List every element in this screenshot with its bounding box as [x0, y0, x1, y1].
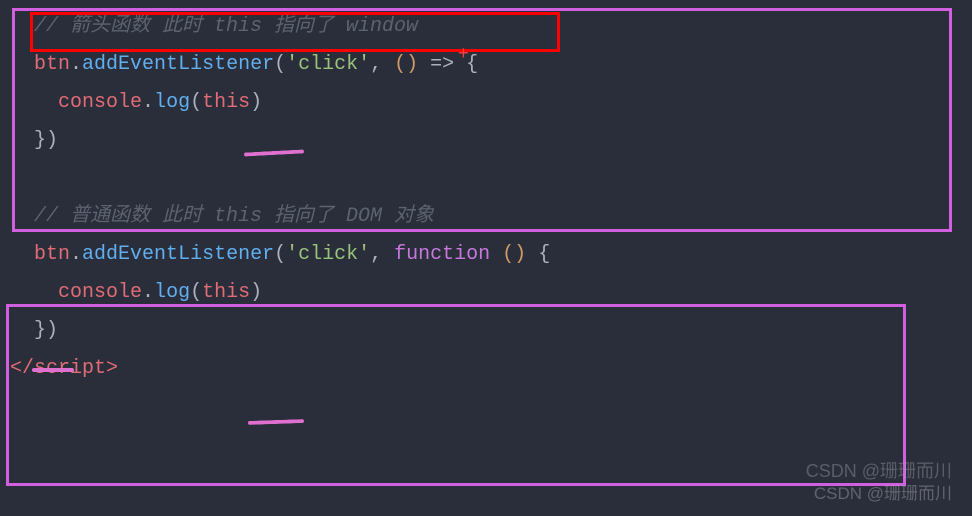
comment-normal-fn: // 普通函数 此时 this 指向了 DOM 对象 — [34, 205, 434, 228]
arrow-params: () — [394, 53, 418, 76]
identifier-btn: btn — [34, 243, 70, 266]
code-line-1: // 箭头函数 此时 this 指向了 window — [10, 8, 962, 46]
code-line-7: btn.addEventListener('click', function (… — [10, 236, 962, 274]
comment-arrow-fn: // 箭头函数 此时 this 指向了 window — [34, 15, 418, 38]
code-line-10: </script> — [10, 350, 962, 388]
keyword-this: this — [202, 281, 250, 304]
blank-line — [10, 160, 962, 198]
method-addEventListener: addEventListener — [82, 243, 274, 266]
method-log: log — [154, 281, 190, 304]
underline-this-2 — [248, 419, 304, 425]
code-line-4: }) — [10, 122, 962, 160]
identifier-console: console — [58, 281, 142, 304]
arrow-token: => — [418, 53, 466, 76]
watermark-text-2: CSDN @珊珊而川 — [814, 478, 952, 510]
identifier-btn: btn — [34, 53, 70, 76]
closing-script-tag: </script> — [10, 357, 118, 380]
keyword-function: function — [394, 243, 502, 266]
method-addEventListener: addEventListener — [82, 53, 274, 76]
keyword-this: this — [202, 91, 250, 114]
code-line-2: btn.addEventListener('click', () => { — [10, 46, 962, 84]
code-line-6: // 普通函数 此时 this 指向了 DOM 对象 — [10, 198, 962, 236]
code-line-3: console.log(this) — [10, 84, 962, 122]
string-click: 'click' — [286, 53, 370, 76]
code-line-8: console.log(this) — [10, 274, 962, 312]
string-click: 'click' — [286, 243, 370, 266]
identifier-console: console — [58, 91, 142, 114]
code-line-9: }) — [10, 312, 962, 350]
method-log: log — [154, 91, 190, 114]
